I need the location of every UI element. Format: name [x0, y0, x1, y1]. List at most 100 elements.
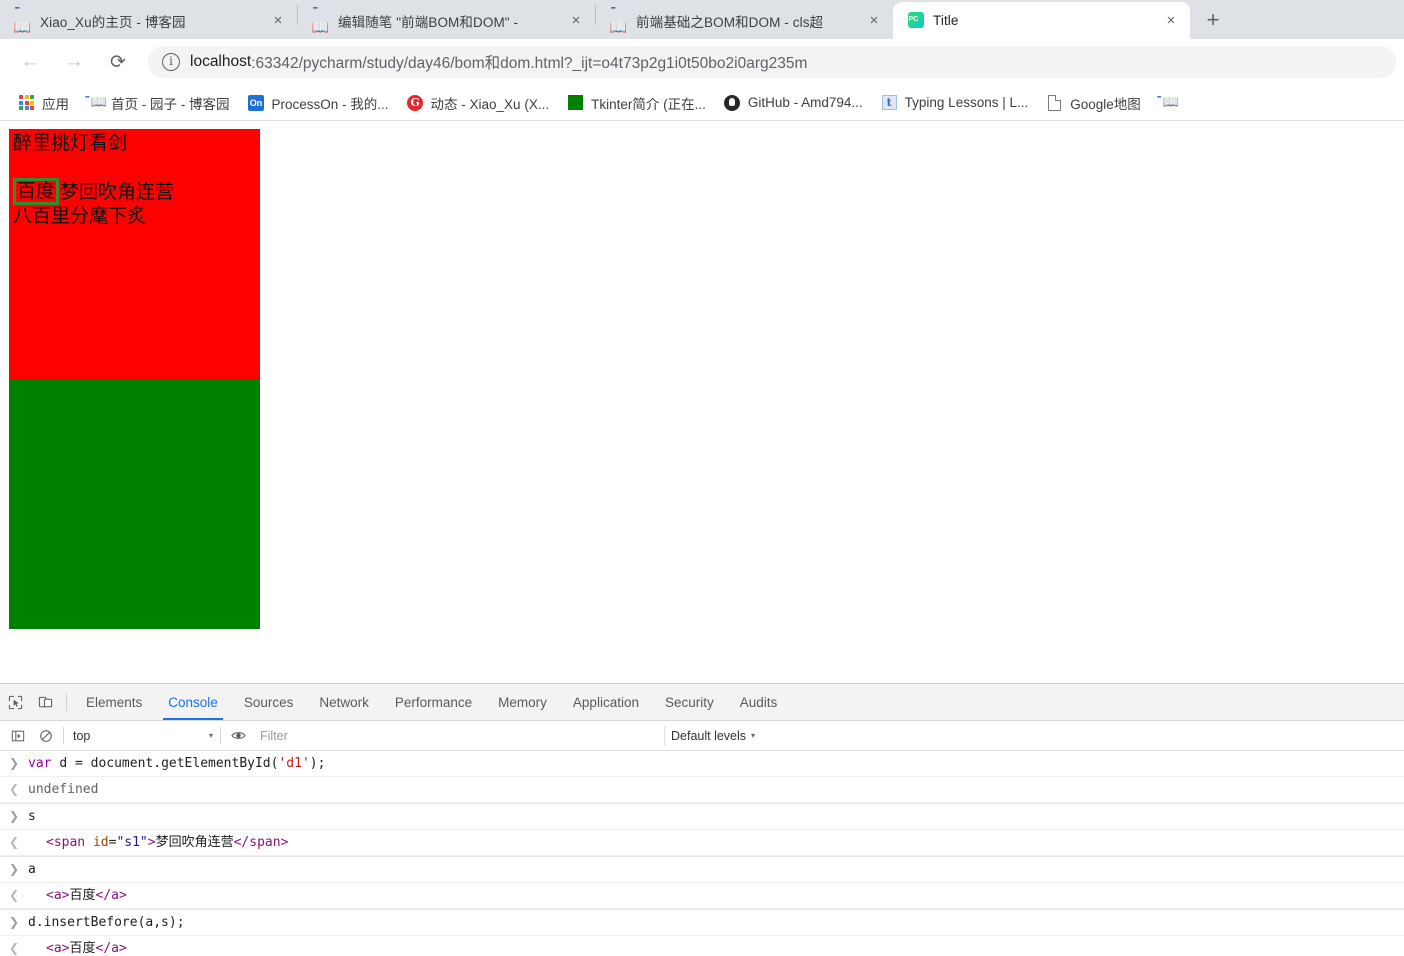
live-expression-icon[interactable]	[224, 722, 252, 750]
browser-tab-3[interactable]: ˉ📖 前端基础之BOM和DOM - cls超 ×	[596, 3, 893, 39]
poem-line-2: 百度 梦回吹角连营	[13, 177, 175, 206]
tab-performance[interactable]: Performance	[382, 684, 485, 720]
site-info-icon[interactable]: i	[162, 53, 180, 72]
prompt-arrow-icon: ❯	[8, 755, 20, 770]
bookmark-label: 首页 - 园子 - 博客园	[111, 96, 230, 112]
processon-icon: On	[248, 94, 265, 111]
console-filter-input[interactable]	[258, 725, 658, 746]
bookmark-label: GitHub - Amd794...	[747, 95, 863, 111]
baidu-anchor-link[interactable]: 百度	[13, 177, 60, 205]
cnblogs-icon: ˉ📖	[311, 5, 330, 36]
prompt-arrow-icon: ❯	[8, 914, 20, 929]
bookmark-tkinter[interactable]: Tkinter简介 (正在...	[559, 90, 714, 116]
devtools-tabbar: Elements Console Sources Network Perform…	[0, 684, 1404, 722]
div-d1-red-box: 醉里挑灯看剑 百度 梦回吹角连营 八百里分麾下炙	[9, 128, 260, 379]
address-bar[interactable]: i localhost:63342/pycharm/study/day46/bo…	[148, 46, 1396, 79]
cnblogs-icon: ˉ📖	[609, 5, 628, 36]
span-s1-text: 梦回吹角连营	[60, 180, 175, 203]
execution-context-select[interactable]: top ▾	[67, 726, 217, 746]
bookmarks-bar: 应用 ˉ📖 首页 - 园子 - 博客园 On ProcessOn - 我的...…	[0, 85, 1404, 121]
result-arrow-icon: ❮	[8, 940, 20, 955]
typing-icon: t	[881, 94, 898, 111]
poem-line-1: 醉里挑灯看剑	[13, 131, 128, 154]
execution-context-value: top	[73, 728, 91, 743]
bookmark-cnblogs-home[interactable]: ˉ📖 首页 - 园子 - 博客园	[79, 90, 238, 116]
tab-security[interactable]: Security	[652, 684, 727, 720]
bookmark-google-maps[interactable]: Google地图	[1038, 90, 1149, 116]
bookmark-cnblogs-dynamic[interactable]: G 动态 - Xiao_Xu (X...	[399, 90, 558, 116]
console-row-text: a	[28, 861, 36, 877]
tab-close-icon[interactable]: ×	[267, 10, 289, 32]
prompt-arrow-icon: ❯	[8, 861, 20, 876]
console-row-text: <a>百度</a>	[46, 940, 127, 956]
console-filter-bar: top ▾ Default levels ▾	[0, 721, 1404, 751]
console-row-input[interactable]: ❯ a	[0, 855, 1404, 883]
tab-close-icon[interactable]: ×	[1160, 9, 1182, 31]
tab-application[interactable]: Application	[560, 684, 652, 720]
console-row-output: ❮ <span id="s1">梦回吹角连营</span>	[0, 830, 1404, 856]
prompt-arrow-icon: ❯	[8, 808, 20, 823]
tab-title: Title	[933, 12, 959, 28]
clear-console-icon[interactable]	[32, 722, 60, 750]
toolbar-separator	[66, 693, 67, 712]
cnblogs-icon: ˉ📖	[84, 95, 107, 111]
tab-network[interactable]: Network	[306, 684, 382, 720]
filterbar-separator	[220, 727, 221, 745]
console-row-input[interactable]: ❯ var d = document.getElementById('d1');	[0, 751, 1404, 777]
bookmark-github[interactable]: GitHub - Amd794...	[716, 90, 871, 116]
tab-elements[interactable]: Elements	[73, 684, 155, 720]
browser-tab-2[interactable]: ˉ📖 编辑随笔 "前端BOM和DOM" - ×	[298, 3, 595, 39]
browser-tab-1[interactable]: ˉ📖 Xiao_Xu的主页 - 博客园 ×	[0, 3, 297, 39]
github-icon	[724, 94, 741, 111]
tab-console[interactable]: Console	[155, 684, 231, 721]
chevron-down-icon: ▾	[208, 731, 213, 741]
document-icon	[1046, 94, 1063, 111]
tab-close-icon[interactable]: ×	[863, 10, 885, 32]
console-output[interactable]: ❯ var d = document.getElementById('d1');…	[0, 750, 1404, 956]
back-icon[interactable]: ←	[13, 45, 47, 79]
console-sidebar-icon[interactable]	[4, 722, 32, 750]
filterbar-separator	[63, 727, 64, 745]
tab-memory[interactable]: Memory	[485, 684, 560, 720]
tab-title: Xiao_Xu的主页 - 博客园	[40, 14, 186, 30]
tab-title: 编辑随笔 "前端BOM和DOM" -	[338, 14, 519, 30]
console-row-output: ❮ undefined	[0, 777, 1404, 803]
bookmark-label: Tkinter简介 (正在...	[591, 96, 706, 112]
url-path: :63342/pycharm/study/day46/bom和dom.html?…	[251, 55, 808, 73]
forward-icon[interactable]: →	[57, 45, 91, 79]
device-toolbar-icon[interactable]	[30, 684, 60, 720]
green-square-icon	[567, 94, 584, 111]
console-row-input[interactable]: ❯ s	[0, 802, 1404, 830]
bookmark-label: ProcessOn - 我的...	[271, 96, 389, 112]
bookmark-typing-lessons[interactable]: t Typing Lessons | L...	[873, 90, 1037, 116]
console-row-input[interactable]: ❯ d.insertBefore(a,s);	[0, 908, 1404, 936]
div-d2-green-box	[9, 378, 260, 629]
tab-close-icon[interactable]: ×	[565, 10, 587, 32]
devtools-panel: Elements Console Sources Network Perform…	[0, 683, 1404, 956]
chevron-down-icon: ▾	[751, 731, 756, 741]
bookmark-label: 动态 - Xiao_Xu (X...	[430, 96, 550, 112]
console-row-output: ❮ <a>百度</a>	[0, 936, 1404, 956]
cnblogs-g-icon: G	[407, 94, 424, 111]
inspect-element-icon[interactable]	[0, 684, 30, 720]
console-row-text: var d = document.getElementById('d1');	[28, 755, 326, 771]
result-arrow-icon: ❮	[8, 781, 20, 796]
cnblogs-icon: ˉ📖	[13, 5, 32, 36]
console-row-output: ❮ <a>百度</a>	[0, 883, 1404, 909]
browser-tab-4-active[interactable]: Title ×	[893, 1, 1190, 39]
bookmark-overflow[interactable]: ˉ📖	[1151, 90, 1191, 116]
bookmark-label: Google地图	[1070, 96, 1141, 112]
browser-window: ˉ📖 Xiao_Xu的主页 - 博客园 × ˉ📖 编辑随笔 "前端BOM和DOM…	[0, 0, 1404, 956]
reload-icon[interactable]: ⟳	[101, 45, 135, 79]
page-viewport: 醉里挑灯看剑 百度 梦回吹角连营 八百里分麾下炙	[0, 120, 1404, 684]
tab-strip: ˉ📖 Xiao_Xu的主页 - 博客园 × ˉ📖 编辑随笔 "前端BOM和DOM…	[0, 0, 1404, 39]
bookmark-processon[interactable]: On ProcessOn - 我的...	[240, 90, 397, 116]
tab-audits[interactable]: Audits	[727, 684, 791, 720]
console-row-text: d.insertBefore(a,s);	[28, 914, 185, 930]
tab-sources[interactable]: Sources	[231, 684, 307, 720]
log-levels-value: Default levels	[671, 728, 747, 743]
bookmark-apps[interactable]: 应用	[10, 90, 77, 116]
tab-title: 前端基础之BOM和DOM - cls超	[636, 14, 824, 30]
new-tab-button[interactable]: +	[1196, 3, 1230, 37]
log-levels-select[interactable]: Default levels ▾	[664, 725, 761, 746]
